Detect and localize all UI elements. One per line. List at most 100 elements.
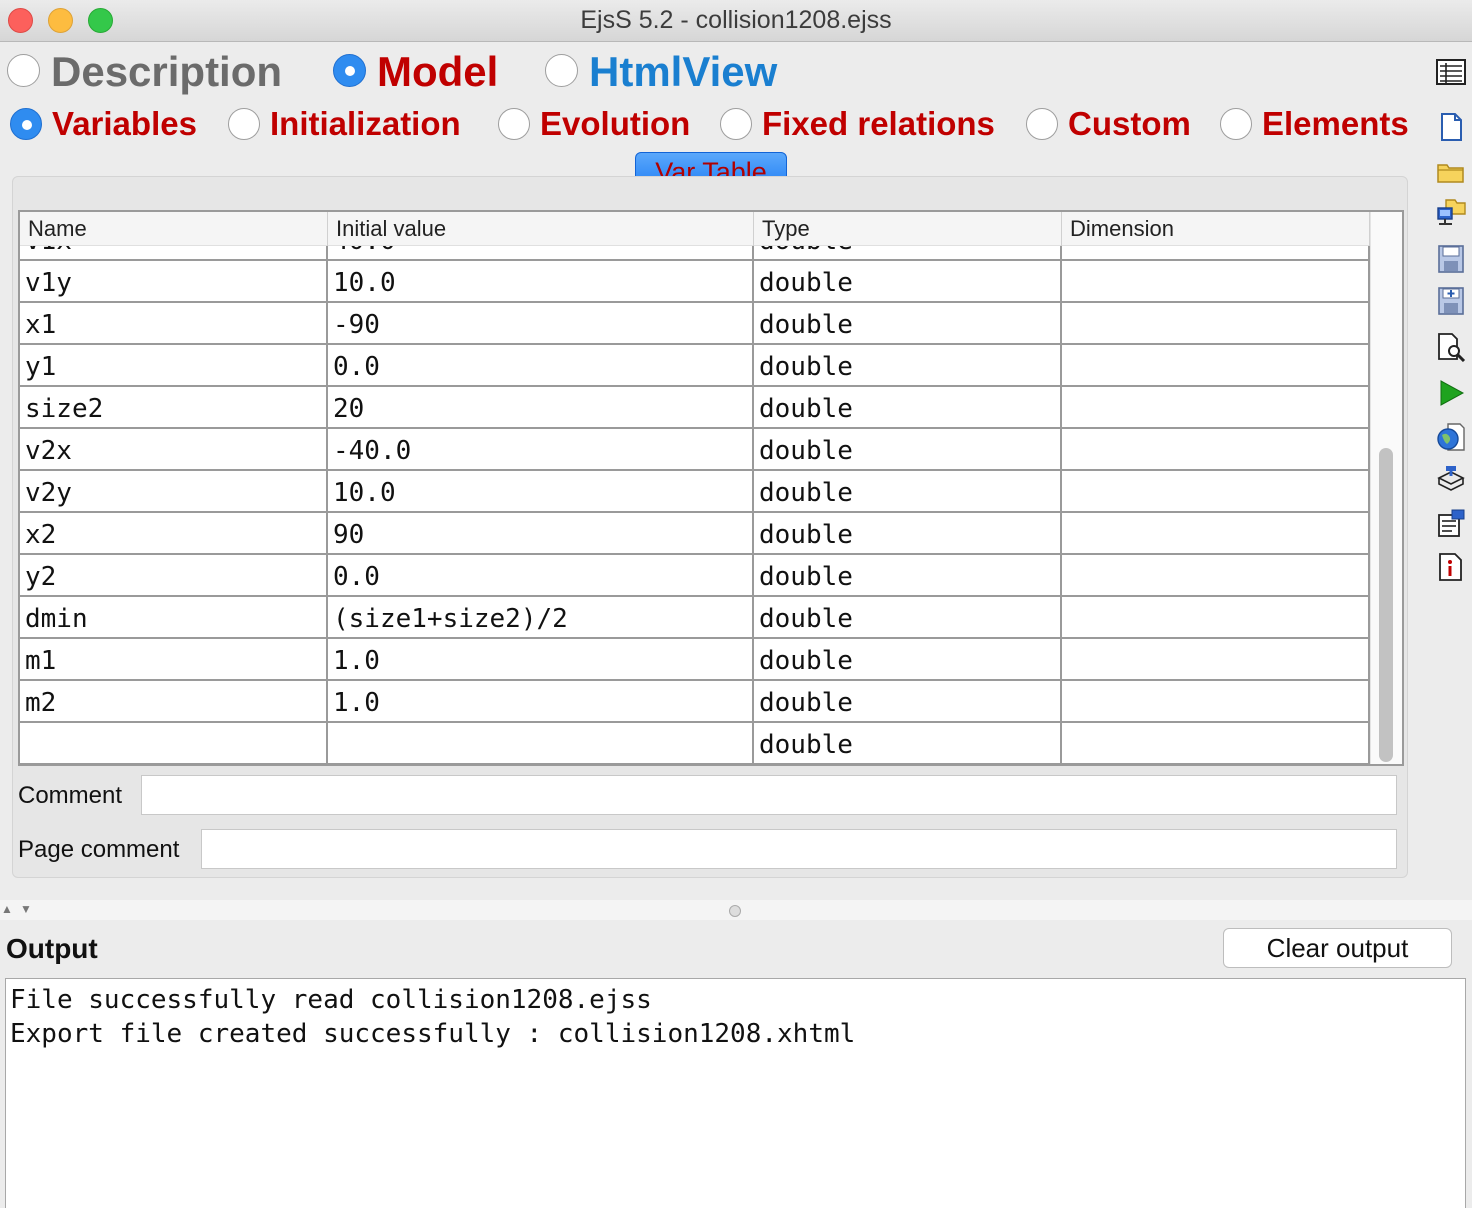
cell-initial-value[interactable]: 40.0 <box>328 246 754 259</box>
cell-name[interactable]: v2x <box>20 429 328 469</box>
open-network-icon[interactable] <box>1436 196 1466 226</box>
table-row[interactable]: v2y 10.0 double <box>20 471 1370 513</box>
cell-initial-value[interactable]: 1.0 <box>328 639 754 679</box>
table-row[interactable]: double <box>20 723 1370 764</box>
column-header-type[interactable]: Type <box>754 212 1062 246</box>
cell-initial-value[interactable]: 20 <box>328 387 754 427</box>
tab-fixed-relations-radio[interactable] <box>720 108 752 140</box>
tab-variables[interactable]: Variables <box>52 105 197 143</box>
tab-elements[interactable]: Elements <box>1262 105 1409 143</box>
cell-name[interactable]: y1 <box>20 345 328 385</box>
cell-name[interactable]: x2 <box>20 513 328 553</box>
cell-dimension[interactable] <box>1062 261 1370 301</box>
column-header-dimension[interactable]: Dimension <box>1062 212 1370 246</box>
cell-initial-value[interactable]: 1.0 <box>328 681 754 721</box>
cell-type[interactable]: double <box>754 639 1062 679</box>
divider-handle[interactable] <box>729 905 741 917</box>
tab-description[interactable]: Description <box>51 48 282 96</box>
tab-fixed-relations[interactable]: Fixed relations <box>762 105 995 143</box>
cell-type[interactable]: double <box>754 471 1062 511</box>
list-icon[interactable] <box>1436 57 1466 87</box>
cell-initial-value[interactable]: (size1+size2)/2 <box>328 597 754 637</box>
column-header-name[interactable]: Name <box>20 212 328 246</box>
table-scrollbar[interactable] <box>1370 212 1402 764</box>
properties-icon[interactable] <box>1436 508 1466 538</box>
open-folder-icon[interactable] <box>1436 157 1466 187</box>
cell-type[interactable]: double <box>754 513 1062 553</box>
cell-initial-value[interactable]: 0.0 <box>328 345 754 385</box>
table-row[interactable]: x1 -90 double <box>20 303 1370 345</box>
cell-initial-value[interactable]: 90 <box>328 513 754 553</box>
table-row[interactable]: v1x40.0double <box>20 246 1370 261</box>
tab-elements-radio[interactable] <box>1220 108 1252 140</box>
cell-initial-value[interactable]: 0.0 <box>328 555 754 595</box>
web-icon[interactable] <box>1436 422 1466 452</box>
tab-initialization[interactable]: Initialization <box>270 105 461 143</box>
info-icon[interactable] <box>1436 552 1466 582</box>
tab-custom[interactable]: Custom <box>1068 105 1191 143</box>
cell-dimension[interactable] <box>1062 597 1370 637</box>
table-row[interactable]: m1 1.0 double <box>20 639 1370 681</box>
save-as-icon[interactable] <box>1436 286 1466 316</box>
cell-dimension[interactable] <box>1062 681 1370 721</box>
tab-model-radio[interactable] <box>333 54 366 87</box>
column-header-initial-value[interactable]: Initial value <box>328 212 754 246</box>
save-icon[interactable] <box>1436 244 1466 274</box>
cell-name[interactable]: m2 <box>20 681 328 721</box>
cell-dimension[interactable] <box>1062 723 1370 763</box>
cell-type[interactable]: double <box>754 345 1062 385</box>
cell-dimension[interactable] <box>1062 639 1370 679</box>
cell-name[interactable] <box>20 723 328 763</box>
page-comment-field[interactable] <box>201 829 1397 869</box>
cell-type[interactable]: double <box>754 597 1062 637</box>
cell-name[interactable]: m1 <box>20 639 328 679</box>
cell-name[interactable]: v1y <box>20 261 328 301</box>
cell-type[interactable]: double <box>754 387 1062 427</box>
cell-dimension[interactable] <box>1062 555 1370 595</box>
cell-initial-value[interactable]: -90 <box>328 303 754 343</box>
cell-name[interactable]: x1 <box>20 303 328 343</box>
cell-type[interactable]: double <box>754 429 1062 469</box>
search-file-icon[interactable] <box>1436 332 1466 362</box>
package-icon[interactable] <box>1436 464 1466 494</box>
cell-name[interactable]: v1x <box>20 246 328 259</box>
table-row[interactable]: dmin (size1+size2)/2 double <box>20 597 1370 639</box>
cell-name[interactable]: dmin <box>20 597 328 637</box>
comment-field[interactable] <box>141 775 1397 815</box>
cell-initial-value[interactable]: 10.0 <box>328 471 754 511</box>
clear-output-button[interactable]: Clear output <box>1223 928 1452 968</box>
cell-dimension[interactable] <box>1062 513 1370 553</box>
cell-type[interactable]: double <box>754 555 1062 595</box>
table-row[interactable]: size2 20 double <box>20 387 1370 429</box>
cell-initial-value[interactable]: 10.0 <box>328 261 754 301</box>
table-row[interactable]: y2 0.0 double <box>20 555 1370 597</box>
tab-model[interactable]: Model <box>377 48 498 96</box>
cell-dimension[interactable] <box>1062 471 1370 511</box>
cell-type[interactable]: double <box>754 723 1062 763</box>
tab-custom-radio[interactable] <box>1026 108 1058 140</box>
cell-type[interactable]: double <box>754 303 1062 343</box>
split-divider[interactable]: ▲ ▼ <box>0 900 1472 920</box>
cell-type[interactable]: double <box>754 261 1062 301</box>
table-row[interactable]: m2 1.0 double <box>20 681 1370 723</box>
new-file-icon[interactable] <box>1436 112 1466 142</box>
output-console[interactable]: File successfully read collision1208.ejs… <box>5 978 1466 1208</box>
cell-dimension[interactable] <box>1062 345 1370 385</box>
cell-dimension[interactable] <box>1062 429 1370 469</box>
table-row[interactable]: x2 90 double <box>20 513 1370 555</box>
scrollbar-thumb[interactable] <box>1379 448 1393 762</box>
tab-evolution-radio[interactable] <box>498 108 530 140</box>
tab-evolution[interactable]: Evolution <box>540 105 690 143</box>
cell-name[interactable]: v2y <box>20 471 328 511</box>
tab-description-radio[interactable] <box>7 54 40 87</box>
cell-name[interactable]: y2 <box>20 555 328 595</box>
table-row[interactable]: v2x -40.0 double <box>20 429 1370 471</box>
cell-type[interactable]: double <box>754 246 1062 259</box>
cell-dimension[interactable] <box>1062 387 1370 427</box>
collapse-down-icon[interactable]: ▼ <box>20 902 32 916</box>
cell-type[interactable]: double <box>754 681 1062 721</box>
cell-dimension[interactable] <box>1062 303 1370 343</box>
cell-name[interactable]: size2 <box>20 387 328 427</box>
cell-initial-value[interactable] <box>328 723 754 763</box>
collapse-up-icon[interactable]: ▲ <box>1 902 13 916</box>
